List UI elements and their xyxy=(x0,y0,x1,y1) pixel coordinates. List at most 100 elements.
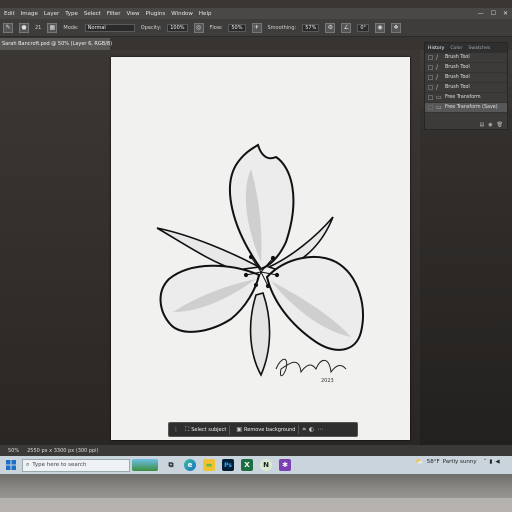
app-icon-purple[interactable]: ✱ xyxy=(279,459,291,471)
brush-icon: / xyxy=(436,73,439,81)
search-icon: ⌕ xyxy=(26,461,30,468)
tab-swatches[interactable]: Swatches xyxy=(468,46,490,51)
top-petal xyxy=(229,143,295,271)
windows-start-icon[interactable] xyxy=(4,458,18,472)
options-bar: ✎ ● 21 ▦ Mode: Normal Opacity: 100% ◎ Fl… xyxy=(0,19,512,37)
angle-field[interactable]: 0° xyxy=(357,23,370,32)
select-subject-icon: ⛶ xyxy=(185,425,190,433)
history-step[interactable]: / Brush Tool xyxy=(425,83,507,93)
drag-handle-icon[interactable]: ⋮ xyxy=(173,426,179,433)
desk-edge xyxy=(0,498,512,512)
search-highlight-image[interactable] xyxy=(132,459,158,471)
search-input[interactable] xyxy=(32,462,128,468)
weather-temp: 58°F xyxy=(426,459,440,465)
brush-preset-picker[interactable]: ● xyxy=(19,22,29,33)
history-checkbox[interactable] xyxy=(428,75,433,80)
app-icon-n[interactable]: N xyxy=(260,459,272,471)
brush-icon: / xyxy=(436,83,439,91)
mode-select[interactable]: Normal xyxy=(84,23,135,32)
smoothing-label: Smoothing: xyxy=(267,24,297,31)
history-step-current[interactable]: ▭ Free Transform (Save) xyxy=(425,103,507,113)
weather-text: Partly sunny xyxy=(442,459,477,465)
flow-field[interactable]: 50% xyxy=(228,23,246,32)
pressure-opacity-icon[interactable]: ◎ xyxy=(193,22,204,33)
history-step[interactable]: / Brush Tool xyxy=(425,73,507,83)
symmetry-icon[interactable]: ❖ xyxy=(391,22,402,33)
file-explorer-icon[interactable]: ▬ xyxy=(203,459,215,471)
contextual-task-bar: ⋮ ⛶ Select subject ▣ Remove background ⌗… xyxy=(168,422,358,437)
status-bar: 50% 2550 px x 3300 px (300 ppi) xyxy=(0,445,512,456)
history-checkbox[interactable] xyxy=(428,95,433,100)
brush-settings-icon[interactable]: ▦ xyxy=(47,22,58,33)
history-step[interactable]: ▭ Free Transform xyxy=(425,93,507,103)
angle-icon[interactable]: ∠ xyxy=(341,22,352,33)
weather-widget[interactable]: ⛅ 58°F Partly sunny ˄ ▮ ◀ xyxy=(415,458,500,466)
snapshot-icon[interactable]: ◉ xyxy=(488,122,492,128)
remove-background-label: Remove background xyxy=(244,426,296,433)
zoom-level[interactable]: 50% xyxy=(8,448,19,454)
more-options-icon[interactable]: ⋯ xyxy=(317,426,323,433)
minimize-icon[interactable]: — xyxy=(478,10,484,17)
mode-label: Mode: xyxy=(63,24,79,31)
transform-icon: ▭ xyxy=(436,103,442,111)
signature-date: 2023 xyxy=(321,378,334,384)
history-step-label: Brush Tool xyxy=(445,85,470,90)
brush-icon: / xyxy=(436,63,439,71)
menu-image[interactable]: Image xyxy=(21,11,38,17)
document-canvas[interactable]: 2023 xyxy=(111,57,410,440)
pressure-size-icon[interactable]: ◉ xyxy=(375,22,386,33)
close-icon[interactable]: ✕ xyxy=(503,10,508,17)
document-size: 2550 px x 3300 px (300 ppi) xyxy=(27,447,99,454)
tab-history[interactable]: History xyxy=(428,46,444,51)
network-icon[interactable]: ▮ xyxy=(489,459,492,465)
airbrush-icon[interactable]: ✈ xyxy=(251,22,262,33)
transform-icon[interactable]: ⌗ xyxy=(302,426,305,434)
adjustment-icon[interactable]: ◐ xyxy=(309,426,314,433)
excel-icon[interactable]: X xyxy=(241,459,253,471)
history-checkbox[interactable] xyxy=(428,55,433,60)
window-controls: — ☐ ✕ xyxy=(478,8,508,19)
monitor-screen: Edit Image Layer Type Select Filter View… xyxy=(0,0,512,512)
menu-bar: Edit Image Layer Type Select Filter View… xyxy=(0,8,512,19)
smoothing-field[interactable]: 57% xyxy=(302,23,320,32)
opacity-field[interactable]: 100% xyxy=(167,23,188,32)
history-footer: ▤ ◉ 🗑 xyxy=(425,120,507,129)
document-tab[interactable]: Sarah Bancroft.psd @ 50% (Layer 6, RGB/8… xyxy=(0,38,113,50)
document-tab-title: Sarah Bancroft.psd @ 50% (Layer 6, RGB/8… xyxy=(2,41,113,47)
tray-chevron-icon[interactable]: ˄ xyxy=(484,459,487,465)
menu-view[interactable]: View xyxy=(126,11,139,17)
artist-signature xyxy=(275,358,347,377)
smoothing-settings-icon[interactable]: ⚙ xyxy=(325,22,336,33)
history-checkbox[interactable] xyxy=(428,105,433,110)
brush-tool-icon[interactable]: ✎ xyxy=(3,22,13,33)
maximize-icon[interactable]: ☐ xyxy=(491,10,496,17)
menu-layer[interactable]: Layer xyxy=(44,11,59,17)
volume-icon[interactable]: ◀ xyxy=(495,459,499,465)
tab-color[interactable]: Color xyxy=(450,46,462,51)
select-subject-button[interactable]: ⛶ Select subject xyxy=(182,424,231,435)
history-checkbox[interactable] xyxy=(428,65,433,70)
menu-edit[interactable]: Edit xyxy=(4,11,15,17)
trillium-drawing: 2023 xyxy=(156,143,364,384)
menu-help[interactable]: Help xyxy=(199,11,212,17)
new-document-icon[interactable]: ▤ xyxy=(480,122,485,128)
history-step-label: Free Transform xyxy=(445,95,481,100)
menu-select[interactable]: Select xyxy=(84,11,101,17)
edge-browser-icon[interactable]: e xyxy=(184,459,196,471)
remove-background-button[interactable]: ▣ Remove background xyxy=(233,425,300,434)
menu-window[interactable]: Window xyxy=(171,11,193,17)
menu-filter[interactable]: Filter xyxy=(107,11,121,17)
weather-icon: ⛅ xyxy=(415,458,424,466)
history-step-label: Free Transform (Save) xyxy=(445,105,498,110)
taskbar-search[interactable]: ⌕ xyxy=(22,458,130,472)
photoshop-icon[interactable]: Ps xyxy=(222,459,234,471)
history-panel: History Color Swatches / Brush Tool / Br… xyxy=(424,42,508,130)
menu-type[interactable]: Type xyxy=(65,11,78,17)
history-step[interactable]: / Brush Tool xyxy=(425,53,507,63)
trash-icon[interactable]: 🗑 xyxy=(497,122,503,128)
history-checkbox[interactable] xyxy=(428,85,433,90)
task-view-icon[interactable]: ⧉ xyxy=(165,459,177,471)
menu-plugins[interactable]: Plugins xyxy=(146,11,166,17)
transform-icon: ▭ xyxy=(436,93,442,101)
history-step[interactable]: / Brush Tool xyxy=(425,63,507,73)
